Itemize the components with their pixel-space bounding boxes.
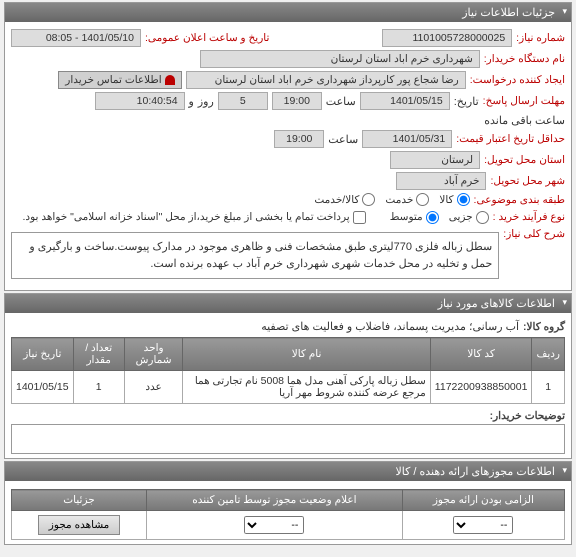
credit-date-field: 1401/05/31 [362, 130, 452, 148]
cell-mandatory: -- [402, 511, 564, 540]
panel-header-license[interactable]: اطلاعات مجوزهای ارائه دهنده / کالا [5, 462, 571, 481]
radio-goods[interactable]: کالا [439, 193, 469, 206]
requester-label: ایجاد کننده درخواست: [470, 74, 565, 86]
request-number-field: 1101005728000025 [382, 29, 512, 47]
radio-medium[interactable]: متوسط [390, 211, 439, 224]
col-qty: تعداد / مقدار [73, 338, 124, 371]
table-row[interactable]: 1 1172200938850001 سطل زباله پارکی آهنی … [12, 371, 565, 404]
credit-deadline-label: حداقل تاریخ اعتبار قیمت: [456, 133, 565, 145]
license-header-row: الزامی بودن ارائه مجوز اعلام وضعیت مجوز … [12, 490, 565, 511]
request-number-label: شماره نیاز: [516, 32, 565, 44]
col-mandatory: الزامی بودن ارائه مجوز [402, 490, 564, 511]
category-radio-group: کالا خدمت کالا/خدمت [314, 193, 469, 206]
need-details-panel: جزئیات اطلاعات نیاز شماره نیاز: 11010057… [4, 2, 572, 291]
radio-both-input[interactable] [362, 193, 375, 206]
goods-group-value: آب رسانی؛ مدیریت پسماند، فاضلاب و فعالیت… [261, 320, 519, 333]
goods-table: ردیف کد کالا نام کالا واحد شمارش تعداد /… [11, 337, 565, 404]
col-unit: واحد شمارش [124, 338, 183, 371]
payment-checkbox[interactable] [353, 211, 366, 224]
process-radio-group: جزیی متوسط [390, 211, 489, 224]
answer-deadline-label: مهلت ارسال پاسخ: [483, 95, 565, 107]
radio-medium-input[interactable] [426, 211, 439, 224]
panel-title-license: اطلاعات مجوزهای ارائه دهنده / کالا [395, 466, 555, 478]
cell-status: -- [147, 511, 403, 540]
radio-both[interactable]: کالا/خدمت [314, 193, 375, 206]
public-date-label: تاریخ و ساعت اعلان عمومی: [145, 32, 269, 44]
payment-check[interactable]: پرداخت تمام یا بخشی از مبلغ خرید،از محل … [23, 209, 366, 225]
cell-idx: 1 [532, 371, 565, 404]
radio-small-label: جزیی [449, 211, 473, 223]
cell-code: 1172200938850001 [430, 371, 532, 404]
radio-goods-input[interactable] [457, 193, 470, 206]
remain-sublabel: ساعت باقی مانده [484, 114, 565, 127]
goods-group-label: گروه کالا: [523, 321, 565, 333]
buyer-comments-label: توضیحات خریدار: [490, 410, 565, 422]
radio-goods-label: کالا [439, 194, 453, 206]
col-row: ردیف [532, 338, 565, 371]
radio-service-input[interactable] [416, 193, 429, 206]
buyer-device-label: نام دستگاه خریدار: [484, 53, 565, 65]
panel-body-need: شماره نیاز: 1101005728000025 تاریخ و ساع… [5, 22, 571, 290]
radio-both-label: کالا/خدمت [314, 194, 359, 206]
requester-field: رضا شجاع پور کارپرداز شهرداری خرم اباد ا… [186, 71, 466, 89]
contact-btn-label: اطلاعات تماس خریدار [65, 74, 161, 86]
panel-header-goods[interactable]: اطلاعات کالاهای مورد نیاز [5, 294, 571, 313]
desc-label: شرح کلی نیاز: [503, 228, 565, 240]
license-panel: اطلاعات مجوزهای ارائه دهنده / کالا الزام… [4, 461, 572, 545]
category-label: طبقه بندی موضوعی: [474, 194, 565, 206]
city-field: خرم آباد [396, 172, 486, 190]
status-select[interactable]: -- [244, 516, 304, 534]
radio-small[interactable]: جزیی [449, 211, 489, 224]
public-date-field: 1401/05/10 - 08:05 [11, 29, 141, 47]
cell-name: سطل زباله پارکی آهنی مدل هما 5008 نام تج… [183, 371, 430, 404]
col-code: کد کالا [430, 338, 532, 371]
desc-box: سطل زباله فلزی 770لیتری طبق مشخصات فنی و… [11, 232, 499, 279]
city-label: شهر محل تحویل: [490, 175, 565, 187]
goods-panel: اطلاعات کالاهای مورد نیاز گروه کالا: آب … [4, 293, 572, 459]
panel-header-need[interactable]: جزئیات اطلاعات نیاز [5, 3, 571, 22]
cell-qty: 1 [73, 371, 124, 404]
cell-details: مشاهده مجوز [12, 511, 147, 540]
user-icon [165, 75, 175, 85]
and-sublabel: و [189, 95, 194, 108]
goods-header-row: ردیف کد کالا نام کالا واحد شمارش تعداد /… [12, 338, 565, 371]
radio-service[interactable]: خدمت [385, 193, 429, 206]
buyer-device-field: شهرداری خرم اباد استان لرستان [200, 50, 480, 68]
buyer-comments-box [11, 424, 565, 454]
answer-time-field: 19:00 [272, 92, 322, 110]
days-field: 5 [218, 92, 268, 110]
col-date: تاریخ نیاز [12, 338, 74, 371]
answer-date-field: 1401/05/15 [360, 92, 450, 110]
mandatory-select[interactable]: -- [453, 516, 513, 534]
cell-date: 1401/05/15 [12, 371, 74, 404]
buyer-contact-button[interactable]: اطلاعات تماس خریدار [58, 71, 181, 89]
radio-medium-label: متوسط [390, 211, 423, 223]
payment-note: پرداخت تمام یا بخشی از مبلغ خرید،از محل … [23, 211, 350, 223]
panel-body-goods: گروه کالا: آب رسانی؛ مدیریت پسماند، فاضل… [5, 313, 571, 458]
province-label: استان محل تحویل: [484, 154, 565, 166]
cell-unit: عدد [124, 371, 183, 404]
col-details: جزئیات [12, 490, 147, 511]
view-license-button[interactable]: مشاهده مجوز [38, 515, 121, 535]
radio-service-label: خدمت [385, 194, 413, 206]
buy-process-label: نوع فرآیند خرید : [493, 211, 565, 223]
date-sublabel: تاریخ: [454, 95, 479, 108]
day-sublabel: روز [198, 95, 214, 108]
col-name: نام کالا [183, 338, 430, 371]
panel-title-goods: اطلاعات کالاهای مورد نیاز [438, 298, 555, 310]
panel-body-license: الزامی بودن ارائه مجوز اعلام وضعیت مجوز … [5, 481, 571, 544]
col-status: اعلام وضعیت مجوز توسط تامین کننده [147, 490, 403, 511]
time-sublabel2: ساعت [328, 133, 358, 146]
province-field: لرستان [390, 151, 480, 169]
time-sublabel: ساعت [326, 95, 356, 108]
license-table: الزامی بودن ارائه مجوز اعلام وضعیت مجوز … [11, 489, 565, 540]
license-row: -- -- مشاهده مجوز [12, 511, 565, 540]
credit-time-field: 19:00 [274, 130, 324, 148]
remain-time-field: 10:40:54 [95, 92, 185, 110]
radio-small-input[interactable] [476, 211, 489, 224]
panel-title: جزئیات اطلاعات نیاز [462, 7, 555, 19]
